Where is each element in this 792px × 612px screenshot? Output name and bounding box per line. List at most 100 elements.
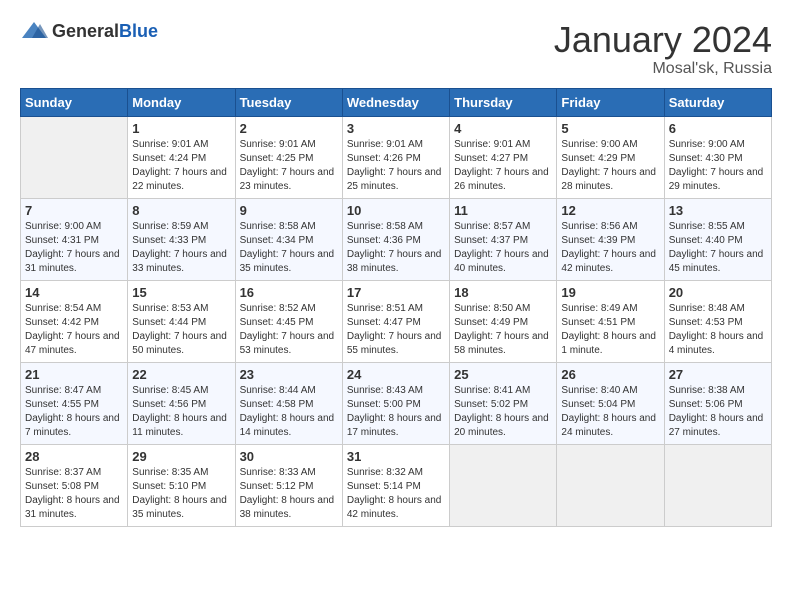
day-number: 12	[561, 203, 659, 218]
day-number: 20	[669, 285, 767, 300]
day-info: Sunrise: 8:53 AMSunset: 4:44 PMDaylight:…	[132, 302, 230, 358]
day-number: 11	[454, 203, 552, 218]
calendar-cell	[21, 116, 128, 198]
week-row-3: 14 Sunrise: 8:54 AMSunset: 4:42 PMDayligh…	[21, 280, 772, 362]
day-number: 3	[347, 121, 445, 136]
day-info: Sunrise: 9:01 AMSunset: 4:27 PMDaylight:…	[454, 138, 552, 194]
day-info: Sunrise: 8:44 AMSunset: 4:58 PMDaylight:…	[240, 384, 338, 440]
day-info: Sunrise: 8:35 AMSunset: 5:10 PMDaylight:…	[132, 466, 230, 522]
day-number: 2	[240, 121, 338, 136]
calendar-cell: 24 Sunrise: 8:43 AMSunset: 5:00 PMDayligh…	[342, 362, 449, 444]
day-info: Sunrise: 8:48 AMSunset: 4:53 PMDaylight:…	[669, 302, 767, 358]
day-info: Sunrise: 8:41 AMSunset: 5:02 PMDaylight:…	[454, 384, 552, 440]
day-info: Sunrise: 9:00 AMSunset: 4:29 PMDaylight:…	[561, 138, 659, 194]
title-block: January 2024 Mosal'sk, Russia	[554, 20, 772, 78]
calendar-cell: 10 Sunrise: 8:58 AMSunset: 4:36 PMDayligh…	[342, 198, 449, 280]
day-number: 29	[132, 449, 230, 464]
day-number: 10	[347, 203, 445, 218]
calendar-cell: 13Sunrise: 8:55 AMSunset: 4:40 PMDayligh…	[664, 198, 771, 280]
calendar-cell	[450, 444, 557, 526]
calendar-cell: 9 Sunrise: 8:58 AMSunset: 4:34 PMDaylight…	[235, 198, 342, 280]
day-number: 21	[25, 367, 123, 382]
day-header-tuesday: Tuesday	[235, 88, 342, 116]
calendar-cell: 25Sunrise: 8:41 AMSunset: 5:02 PMDayligh…	[450, 362, 557, 444]
day-info: Sunrise: 9:01 AMSunset: 4:24 PMDaylight:…	[132, 138, 230, 194]
day-header-friday: Friday	[557, 88, 664, 116]
day-info: Sunrise: 8:33 AMSunset: 5:12 PMDaylight:…	[240, 466, 338, 522]
day-header-thursday: Thursday	[450, 88, 557, 116]
calendar-cell: 1Sunrise: 9:01 AMSunset: 4:24 PMDaylight…	[128, 116, 235, 198]
day-header-monday: Monday	[128, 88, 235, 116]
day-info: Sunrise: 8:50 AMSunset: 4:49 PMDaylight:…	[454, 302, 552, 358]
day-info: Sunrise: 8:40 AMSunset: 5:04 PMDaylight:…	[561, 384, 659, 440]
day-info: Sunrise: 8:59 AMSunset: 4:33 PMDaylight:…	[132, 220, 230, 276]
month-title: January 2024	[554, 20, 772, 60]
logo-blue-text: Blue	[119, 21, 158, 41]
day-info: Sunrise: 8:57 AMSunset: 4:37 PMDaylight:…	[454, 220, 552, 276]
day-info: Sunrise: 8:55 AMSunset: 4:40 PMDaylight:…	[669, 220, 767, 276]
day-info: Sunrise: 8:47 AMSunset: 4:55 PMDaylight:…	[25, 384, 123, 440]
day-number: 28	[25, 449, 123, 464]
day-number: 18	[454, 285, 552, 300]
day-number: 4	[454, 121, 552, 136]
page-container: GeneralBlue January 2024 Mosal'sk, Russi…	[20, 20, 772, 527]
week-row-5: 28 Sunrise: 8:37 AMSunset: 5:08 PMDayligh…	[21, 444, 772, 526]
calendar-cell: 11 Sunrise: 8:57 AMSunset: 4:37 PMDayligh…	[450, 198, 557, 280]
day-number: 5	[561, 121, 659, 136]
day-number: 16	[240, 285, 338, 300]
calendar-cell: 17Sunrise: 8:51 AMSunset: 4:47 PMDayligh…	[342, 280, 449, 362]
calendar-cell: 23 Sunrise: 8:44 AMSunset: 4:58 PMDayligh…	[235, 362, 342, 444]
calendar-cell: 26 Sunrise: 8:40 AMSunset: 5:04 PMDayligh…	[557, 362, 664, 444]
day-number: 23	[240, 367, 338, 382]
day-info: Sunrise: 9:01 AMSunset: 4:25 PMDaylight:…	[240, 138, 338, 194]
day-info: Sunrise: 8:54 AMSunset: 4:42 PMDaylight:…	[25, 302, 123, 358]
day-info: Sunrise: 8:58 AMSunset: 4:36 PMDaylight:…	[347, 220, 445, 276]
day-header-saturday: Saturday	[664, 88, 771, 116]
day-number: 31	[347, 449, 445, 464]
week-row-4: 21 Sunrise: 8:47 AMSunset: 4:55 PMDayligh…	[21, 362, 772, 444]
day-info: Sunrise: 8:32 AMSunset: 5:14 PMDaylight:…	[347, 466, 445, 522]
day-number: 15	[132, 285, 230, 300]
day-number: 26	[561, 367, 659, 382]
calendar-cell	[557, 444, 664, 526]
week-row-1: 1Sunrise: 9:01 AMSunset: 4:24 PMDaylight…	[21, 116, 772, 198]
logo-icon	[20, 20, 48, 42]
calendar-cell: 20 Sunrise: 8:48 AMSunset: 4:53 PMDayligh…	[664, 280, 771, 362]
day-info: Sunrise: 8:56 AMSunset: 4:39 PMDaylight:…	[561, 220, 659, 276]
day-info: Sunrise: 9:01 AMSunset: 4:26 PMDaylight:…	[347, 138, 445, 194]
week-row-2: 7 Sunrise: 9:00 AMSunset: 4:31 PMDaylight…	[21, 198, 772, 280]
calendar-cell: 15 Sunrise: 8:53 AMSunset: 4:44 PMDayligh…	[128, 280, 235, 362]
day-info: Sunrise: 8:58 AMSunset: 4:34 PMDaylight:…	[240, 220, 338, 276]
day-info: Sunrise: 8:49 AMSunset: 4:51 PMDaylight:…	[561, 302, 659, 358]
day-number: 19	[561, 285, 659, 300]
calendar-cell: 6 Sunrise: 9:00 AMSunset: 4:30 PMDaylight…	[664, 116, 771, 198]
day-number: 22	[132, 367, 230, 382]
calendar-cell: 31 Sunrise: 8:32 AMSunset: 5:14 PMDayligh…	[342, 444, 449, 526]
calendar-table: SundayMondayTuesdayWednesdayThursdayFrid…	[20, 88, 772, 527]
calendar-cell: 5 Sunrise: 9:00 AMSunset: 4:29 PMDaylight…	[557, 116, 664, 198]
calendar-cell: 27Sunrise: 8:38 AMSunset: 5:06 PMDayligh…	[664, 362, 771, 444]
day-info: Sunrise: 8:37 AMSunset: 5:08 PMDaylight:…	[25, 466, 123, 522]
calendar-cell: 29 Sunrise: 8:35 AMSunset: 5:10 PMDayligh…	[128, 444, 235, 526]
day-number: 27	[669, 367, 767, 382]
day-info: Sunrise: 9:00 AMSunset: 4:31 PMDaylight:…	[25, 220, 123, 276]
day-number: 7	[25, 203, 123, 218]
calendar-cell: 18 Sunrise: 8:50 AMSunset: 4:49 PMDayligh…	[450, 280, 557, 362]
day-number: 9	[240, 203, 338, 218]
day-header-wednesday: Wednesday	[342, 88, 449, 116]
calendar-cell: 3 Sunrise: 9:01 AMSunset: 4:26 PMDaylight…	[342, 116, 449, 198]
day-info: Sunrise: 8:43 AMSunset: 5:00 PMDaylight:…	[347, 384, 445, 440]
day-number: 24	[347, 367, 445, 382]
logo: GeneralBlue	[20, 20, 158, 42]
day-info: Sunrise: 8:45 AMSunset: 4:56 PMDaylight:…	[132, 384, 230, 440]
day-number: 14	[25, 285, 123, 300]
day-number: 8	[132, 203, 230, 218]
day-number: 6	[669, 121, 767, 136]
calendar-cell: 7 Sunrise: 9:00 AMSunset: 4:31 PMDaylight…	[21, 198, 128, 280]
calendar-cell: 21 Sunrise: 8:47 AMSunset: 4:55 PMDayligh…	[21, 362, 128, 444]
calendar-cell: 12 Sunrise: 8:56 AMSunset: 4:39 PMDayligh…	[557, 198, 664, 280]
day-info: Sunrise: 9:00 AMSunset: 4:30 PMDaylight:…	[669, 138, 767, 194]
calendar-cell: 28 Sunrise: 8:37 AMSunset: 5:08 PMDayligh…	[21, 444, 128, 526]
calendar-cell: 30Sunrise: 8:33 AMSunset: 5:12 PMDayligh…	[235, 444, 342, 526]
header-row: SundayMondayTuesdayWednesdayThursdayFrid…	[21, 88, 772, 116]
